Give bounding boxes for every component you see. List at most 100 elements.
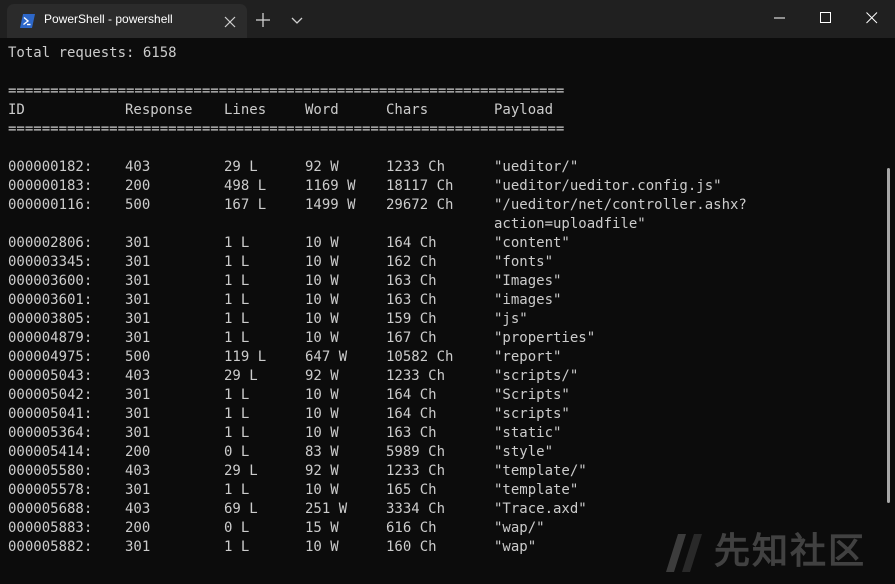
cell-word: 10 W bbox=[305, 425, 339, 441]
header-payload: Payload bbox=[494, 102, 554, 118]
cell-chars: 159 Ch bbox=[386, 311, 437, 327]
cell-id: 000005578: bbox=[8, 482, 93, 498]
cell-id: 000003805: bbox=[8, 311, 93, 327]
cell-response: 301 bbox=[125, 254, 151, 270]
table-row: 000003345: 301 1 L 10 W 162 Ch "fonts" bbox=[8, 253, 888, 272]
cell-response: 301 bbox=[125, 235, 151, 251]
cell-id: 000000183: bbox=[8, 178, 93, 194]
cell-chars: 163 Ch bbox=[386, 425, 437, 441]
maximize-icon bbox=[820, 12, 831, 23]
close-icon bbox=[866, 12, 878, 24]
cell-lines: 1 L bbox=[224, 235, 250, 251]
close-icon[interactable] bbox=[223, 14, 237, 28]
cell-word: 83 W bbox=[305, 444, 339, 460]
cell-lines: 1 L bbox=[224, 387, 250, 403]
cell-response: 403 bbox=[125, 501, 151, 517]
cell-lines: 0 L bbox=[224, 444, 250, 460]
cell-word: 92 W bbox=[305, 368, 339, 384]
cell-lines: 29 L bbox=[224, 463, 258, 479]
header-id: ID bbox=[8, 102, 25, 118]
cell-payload: "Images" bbox=[494, 273, 562, 289]
cell-id: 000005364: bbox=[8, 425, 93, 441]
cell-id: 000005580: bbox=[8, 463, 93, 479]
cell-response: 301 bbox=[125, 406, 151, 422]
cell-id: 000005688: bbox=[8, 501, 93, 517]
cell-word: 92 W bbox=[305, 463, 339, 479]
cell-id: 000000182: bbox=[8, 159, 93, 175]
cell-response: 403 bbox=[125, 463, 151, 479]
separator-line: ========================================… bbox=[8, 121, 565, 137]
cell-payload: "Trace.axd" bbox=[494, 501, 587, 517]
cell-id: 000005042: bbox=[8, 387, 93, 403]
table-row: 000005414: 200 0 L 83 W 5989 Ch "style" bbox=[8, 443, 888, 462]
cell-payload: "wap/" bbox=[494, 520, 545, 536]
header-word: Word bbox=[305, 102, 339, 118]
cell-word: 10 W bbox=[305, 254, 339, 270]
minimize-icon bbox=[774, 17, 785, 19]
cell-lines: 1 L bbox=[224, 425, 250, 441]
tab-title: PowerShell - powershell bbox=[44, 12, 173, 26]
tab-dropdown-button[interactable] bbox=[286, 9, 308, 31]
cell-chars: 29672 Ch bbox=[386, 197, 454, 213]
terminal-output[interactable]: Total requests: 6158 ===================… bbox=[0, 38, 895, 584]
cell-chars: 164 Ch bbox=[386, 235, 437, 251]
cell-word: 10 W bbox=[305, 292, 339, 308]
table-row: 000004975: 500 119 L 647 W 10582 Ch "report" bbox=[8, 348, 888, 367]
cell-id: 000005414: bbox=[8, 444, 93, 460]
cell-response: 301 bbox=[125, 387, 151, 403]
cell-response: 500 bbox=[125, 197, 151, 213]
cell-chars: 1233 Ch bbox=[386, 159, 446, 175]
cell-lines: 1 L bbox=[224, 254, 250, 270]
cell-lines: 29 L bbox=[224, 368, 258, 384]
cell-chars: 164 Ch bbox=[386, 387, 437, 403]
cell-lines: 498 L bbox=[224, 178, 267, 194]
table-row: 000000182: 403 29 L 92 W 1233 Ch "ueditor/" bbox=[8, 158, 888, 177]
cell-response: 301 bbox=[125, 482, 151, 498]
cell-response: 301 bbox=[125, 425, 151, 441]
window-close-button[interactable] bbox=[849, 0, 895, 36]
cell-word: 92 W bbox=[305, 159, 339, 175]
cell-chars: 163 Ch bbox=[386, 273, 437, 289]
cell-chars: 165 Ch bbox=[386, 482, 437, 498]
cell-payload: "style" bbox=[494, 444, 554, 460]
cell-id: 000004975: bbox=[8, 349, 93, 365]
cell-payload: "scripts/" bbox=[494, 368, 579, 384]
cell-lines: 167 L bbox=[224, 197, 267, 213]
cell-payload: "images" bbox=[494, 292, 562, 308]
cell-lines: 1 L bbox=[224, 539, 250, 555]
cell-chars: 10582 Ch bbox=[386, 349, 454, 365]
table-row: 000005580: 403 29 L 92 W 1233 Ch "template/" bbox=[8, 462, 888, 481]
cell-word: 251 W bbox=[305, 501, 348, 517]
cell-payload: "js" bbox=[494, 311, 528, 327]
minimize-button[interactable] bbox=[757, 0, 803, 36]
title-bar: PowerShell - powershell bbox=[0, 0, 895, 38]
cell-lines: 1 L bbox=[224, 330, 250, 346]
cell-payload: "fonts" bbox=[494, 254, 554, 270]
table-row: 000004879: 301 1 L 10 W 167 Ch "properties" bbox=[8, 329, 888, 348]
scrollbar[interactable] bbox=[887, 168, 890, 503]
tab-powershell[interactable]: PowerShell - powershell bbox=[7, 4, 247, 38]
watermark: 先知社区 bbox=[664, 528, 884, 578]
cell-id: 000005883: bbox=[8, 520, 93, 536]
separator-line: ========================================… bbox=[8, 83, 565, 99]
cell-id: 000005882: bbox=[8, 539, 93, 555]
cell-payload: "ueditor/ueditor.config.js" bbox=[494, 178, 722, 194]
cell-chars: 5989 Ch bbox=[386, 444, 446, 460]
cell-payload: "Scripts" bbox=[494, 387, 570, 403]
table-row: action=uploadfile" bbox=[8, 215, 888, 234]
cell-response: 403 bbox=[125, 159, 151, 175]
new-tab-button[interactable] bbox=[252, 9, 274, 31]
maximize-button[interactable] bbox=[803, 0, 849, 36]
cell-payload: "static" bbox=[494, 425, 562, 441]
cell-response: 301 bbox=[125, 539, 151, 555]
cell-chars: 3334 Ch bbox=[386, 501, 446, 517]
plus-icon bbox=[256, 13, 270, 27]
cell-lines: 1 L bbox=[224, 311, 250, 327]
cell-payload: "ueditor/" bbox=[494, 159, 579, 175]
cell-lines: 0 L bbox=[224, 520, 250, 536]
cell-word: 10 W bbox=[305, 539, 339, 555]
cell-id: 000005041: bbox=[8, 406, 93, 422]
cell-payload: "content" bbox=[494, 235, 570, 251]
cell-chars: 167 Ch bbox=[386, 330, 437, 346]
cell-payload: "wap" bbox=[494, 539, 537, 555]
